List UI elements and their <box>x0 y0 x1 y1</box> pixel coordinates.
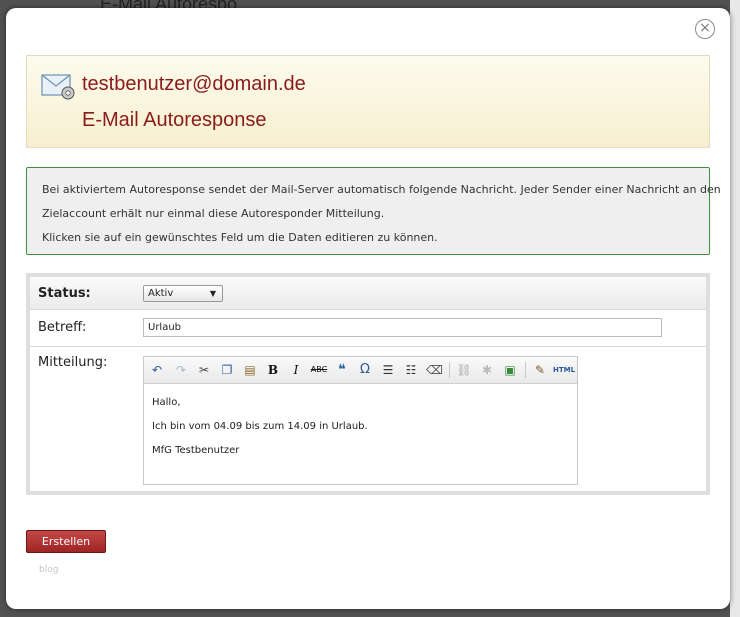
create-button[interactable]: Erstellen <box>26 530 106 553</box>
eraser-icon[interactable]: ⌫ <box>426 362 443 378</box>
status-select[interactable]: Aktiv ▼ <box>143 285 223 302</box>
link-icon[interactable]: ⛓ <box>456 362 472 378</box>
close-button[interactable]: × <box>695 19 715 39</box>
cleanup-icon[interactable]: ✎ <box>532 362 548 378</box>
toolbar-separator <box>525 362 526 378</box>
status-select-value: Aktiv <box>148 288 174 299</box>
info-line: Zielaccount erhält nur einmal diese Auto… <box>42 207 385 220</box>
toolbar-separator <box>449 362 450 378</box>
footer-link[interactable]: blog <box>39 565 58 575</box>
html-icon[interactable]: HTML <box>553 362 575 378</box>
blockquote-icon[interactable]: ❝ <box>334 362 350 378</box>
info-line: Bei aktiviertem Autoresponse sendet der … <box>42 183 721 196</box>
message-line: Hallo, <box>152 397 181 408</box>
italic-icon[interactable]: I <box>288 362 304 378</box>
redo-icon[interactable]: ↷ <box>173 362 189 378</box>
image-icon[interactable]: ▣ <box>502 362 518 378</box>
bullet-list-icon[interactable]: ☰ <box>380 362 396 378</box>
autoresponse-form: Status: Aktiv ▼ Betreff: Urlaub Mitteilu… <box>26 273 710 495</box>
chevron-down-icon: ▼ <box>209 289 216 298</box>
subject-input[interactable]: Urlaub <box>143 318 662 337</box>
dialog-header: testbenutzer@domain.de E-Mail Autorespon… <box>26 55 710 148</box>
info-line: Klicken sie auf ein gewünschtes Feld um … <box>42 231 438 244</box>
message-line: MfG Testbenutzer <box>152 445 240 456</box>
info-message: Bei aktiviertem Autoresponse sendet der … <box>26 167 721 255</box>
message-editor[interactable]: ↶ ↷ ✂ ❐ ▤ B I ABC ❝ Ω ☰ ☷ ⌫ ⛓ ✱ ▣ ✎ HTML… <box>143 356 578 485</box>
strikethrough-icon[interactable]: ABC <box>308 362 330 378</box>
cut-icon[interactable]: ✂ <box>196 362 212 378</box>
subject-row: Betreff: Urlaub <box>30 310 706 347</box>
unlink-icon[interactable]: ✱ <box>479 362 495 378</box>
message-row: Mitteilung: ↶ ↷ ✂ ❐ ▤ B I ABC ❝ Ω ☰ ☷ ⌫ <box>30 347 706 491</box>
editor-content[interactable]: Hallo, Ich bin vom 04.09 bis zum 14.09 i… <box>152 391 368 463</box>
status-row: Status: Aktiv ▼ <box>30 277 706 310</box>
subject-label: Betreff: <box>38 320 87 335</box>
editor-toolbar: ↶ ↷ ✂ ❐ ▤ B I ABC ❝ Ω ☰ ☷ ⌫ ⛓ ✱ ▣ ✎ HTML <box>144 357 577 384</box>
special-char-icon[interactable]: Ω <box>357 362 373 378</box>
copy-icon[interactable]: ❐ <box>219 362 235 378</box>
paste-icon[interactable]: ▤ <box>242 362 258 378</box>
numbered-list-icon[interactable]: ☷ <box>403 362 419 378</box>
message-line: Ich bin vom 04.09 bis zum 14.09 in Urlau… <box>152 421 368 432</box>
undo-icon[interactable]: ↶ <box>149 362 165 378</box>
page-title: E-Mail Autoresponse <box>82 109 267 131</box>
background-strip <box>730 0 740 617</box>
bold-icon[interactable]: B <box>265 362 281 378</box>
autoresponse-dialog: × testbenutzer@domain.de E-Mail Autoresp… <box>6 8 730 609</box>
mail-settings-icon <box>41 74 75 100</box>
account-email: testbenutzer@domain.de <box>82 73 306 95</box>
status-label: Status: <box>38 286 91 301</box>
message-label: Mitteilung: <box>38 355 108 370</box>
